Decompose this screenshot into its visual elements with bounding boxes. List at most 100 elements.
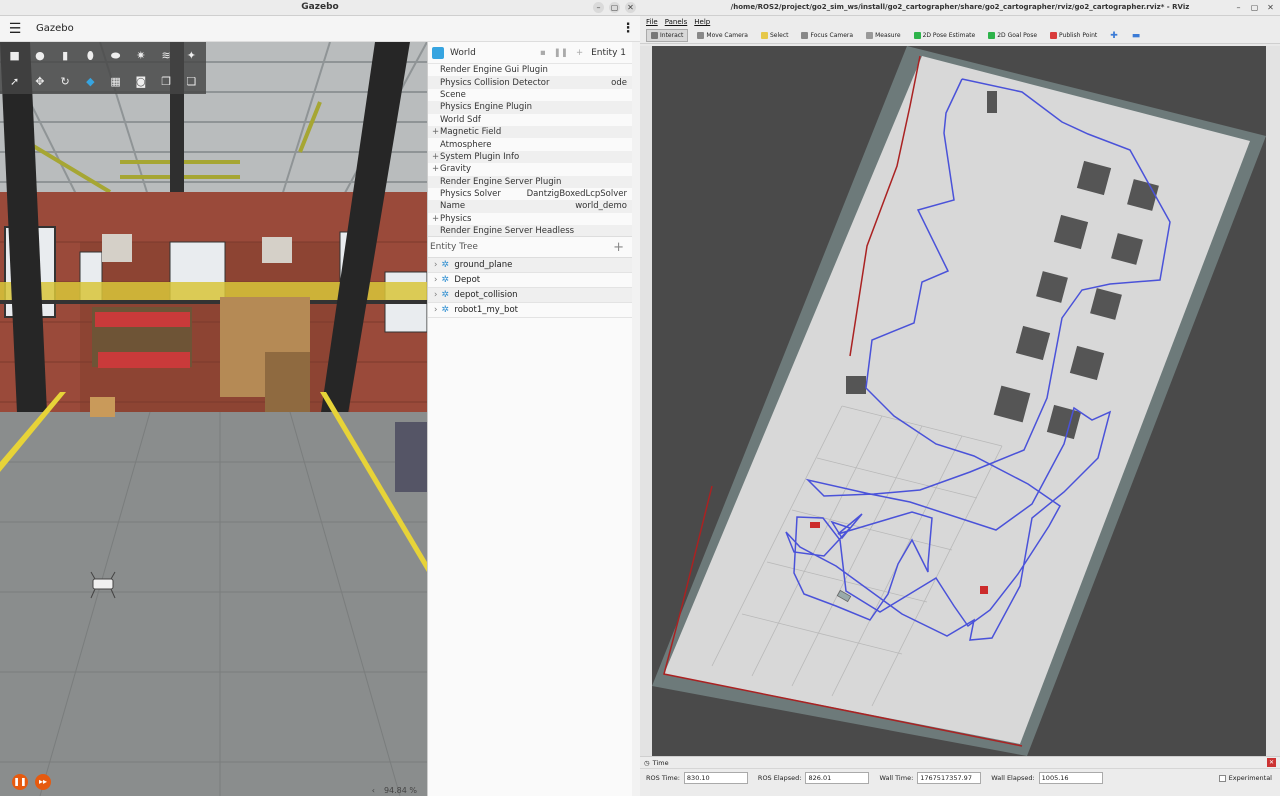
expand-icon[interactable]: +: [432, 214, 440, 224]
entity-name: robot1_my_bot: [454, 305, 518, 315]
snap-icon[interactable]: ◆: [84, 75, 97, 88]
time-panel-title: Time: [652, 758, 669, 767]
ros-time-field[interactable]: 830.10: [683, 772, 748, 784]
select-icon: [760, 32, 768, 39]
property-value: world_demo: [575, 201, 627, 212]
wall-time-field[interactable]: 1767517357.97: [917, 772, 982, 784]
property-row[interactable]: + Gravity: [428, 163, 632, 175]
rviz-maximize-icon[interactable]: ▢: [1249, 2, 1260, 13]
wall-elapsed-label: Wall Elapsed:: [991, 774, 1035, 782]
kebab-menu-icon[interactable]: ⋮: [616, 21, 640, 36]
step-forward-icon[interactable]: ▸▸: [35, 774, 51, 790]
gazebo-titlebar[interactable]: Gazebo – ▢ ✕: [0, 0, 640, 16]
time-panel-header: ◷ Time ✕: [640, 757, 1280, 769]
translate-icon[interactable]: ✥: [33, 75, 46, 88]
tool-2d-pose-estimate[interactable]: 2D Pose Estimate: [910, 29, 980, 42]
menu-panels[interactable]: Panels: [665, 16, 688, 28]
chevron-right-icon[interactable]: ›: [434, 260, 437, 270]
entity-tree-item[interactable]: › ✲ depot_collision: [428, 288, 632, 303]
close-icon[interactable]: ✕: [625, 2, 636, 13]
entity-tree-item[interactable]: › ✲ robot1_my_bot: [428, 303, 632, 318]
capsule-shape-icon[interactable]: ⬮: [84, 49, 97, 62]
rtf-chevron-icon[interactable]: ‹: [372, 786, 375, 795]
paste-icon[interactable]: ❏: [185, 75, 198, 88]
tool-label: 2D Pose Estimate: [922, 32, 976, 39]
left-dock-collapser[interactable]: [640, 46, 652, 756]
entity-id-label: Entity 1: [591, 47, 626, 58]
goal-pose-icon: [988, 32, 996, 39]
gazebo-3d-scene[interactable]: [0, 42, 427, 796]
spot-light-icon[interactable]: ✦: [185, 49, 198, 62]
box-shape-icon[interactable]: ■: [8, 49, 21, 62]
ellipsoid-shape-icon[interactable]: ⬬: [109, 49, 122, 62]
rviz-titlebar[interactable]: /home/ROS2/project/go2_sim_ws/install/go…: [640, 0, 1280, 16]
cylinder-shape-icon[interactable]: ▮: [59, 49, 72, 62]
gazebo-window-title: Gazebo: [301, 2, 339, 12]
copy-icon[interactable]: ❐: [160, 75, 173, 88]
menu-file[interactable]: File: [646, 16, 658, 28]
property-row: Render Engine Gui Plugin: [428, 64, 632, 76]
tool-label: Measure: [875, 32, 901, 39]
minimize-icon[interactable]: –: [593, 2, 604, 13]
property-name: Scene: [440, 89, 466, 100]
add-icon[interactable]: +: [576, 48, 583, 58]
lock-icon[interactable]: ▪: [540, 48, 546, 58]
chevron-right-icon[interactable]: ›: [434, 290, 437, 300]
tool-interact[interactable]: Interact: [646, 29, 689, 42]
property-name: System Plugin Info: [440, 151, 520, 162]
tool-label: Move Camera: [706, 32, 748, 39]
select-arrow-icon[interactable]: ➚: [8, 75, 21, 88]
expand-icon[interactable]: +: [432, 164, 440, 174]
world-cube-icon: [432, 46, 444, 59]
tool-publish-point[interactable]: Publish Point: [1046, 29, 1101, 42]
expand-icon[interactable]: +: [432, 152, 440, 162]
ros-elapsed-field[interactable]: 826.01: [805, 772, 870, 784]
menu-help[interactable]: Help: [694, 16, 710, 28]
pause-inspector-icon[interactable]: ❚❚: [554, 48, 568, 58]
model-icon: ✲: [441, 305, 449, 315]
entity-name: Depot: [454, 275, 481, 285]
pause-icon[interactable]: ❚❚: [12, 774, 28, 790]
rviz-minimize-icon[interactable]: –: [1233, 2, 1244, 13]
hamburger-menu-icon[interactable]: ☰: [0, 21, 30, 37]
chevron-right-icon[interactable]: ›: [434, 275, 437, 285]
tool-measure[interactable]: Measure: [862, 29, 905, 42]
add-tool-icon[interactable]: ✚: [1110, 31, 1118, 41]
property-name: Render Engine Server Headless: [440, 226, 575, 236]
tool-move-camera[interactable]: Move Camera: [693, 29, 752, 42]
wall-elapsed-field[interactable]: 1005.16: [1038, 772, 1103, 784]
property-row: Render Engine Server Headless: [428, 225, 632, 236]
add-entity-icon[interactable]: +: [613, 240, 632, 255]
hand-icon: [651, 32, 658, 39]
gazebo-shape-toolbar: ■ ● ▮ ⬮ ⬬ ✷ ≋ ✦ ➚ ✥ ↻ ◆ ▦ ◙ ❐ ❏: [0, 42, 206, 94]
property-row[interactable]: + Magnetic Field: [428, 125, 632, 139]
property-row: Render Engine Server Plugin: [428, 175, 632, 188]
entity-tree-item[interactable]: › ✲ Depot: [428, 273, 632, 288]
time-panel-close-icon[interactable]: ✕: [1267, 758, 1276, 767]
expand-icon[interactable]: +: [432, 127, 440, 137]
point-light-icon[interactable]: ✷: [134, 49, 147, 62]
experimental-checkbox[interactable]: [1218, 774, 1226, 782]
screenshot-icon[interactable]: ◙: [134, 75, 147, 88]
sphere-shape-icon[interactable]: ●: [33, 49, 46, 62]
property-row[interactable]: + Physics: [428, 213, 632, 225]
property-row[interactable]: + System Plugin Info: [428, 150, 632, 164]
grid-icon[interactable]: ▦: [109, 75, 122, 88]
gazebo-app-title: Gazebo: [36, 23, 74, 34]
tool-focus-camera[interactable]: Focus Camera: [797, 29, 857, 42]
rviz-3d-view[interactable]: [652, 46, 1266, 756]
remove-tool-icon[interactable]: ▬: [1132, 31, 1141, 41]
tool-select[interactable]: Select: [757, 29, 793, 42]
measure-icon: [866, 32, 874, 39]
directional-light-icon[interactable]: ≋: [160, 49, 173, 62]
tool-2d-goal-pose[interactable]: 2D Goal Pose: [984, 29, 1041, 42]
chevron-right-icon[interactable]: ›: [434, 305, 437, 315]
entity-name: ground_plane: [454, 260, 513, 270]
rviz-close-icon[interactable]: ✕: [1265, 2, 1276, 13]
rotate-icon[interactable]: ↻: [59, 75, 72, 88]
property-row: Name world_demo: [428, 200, 632, 213]
maximize-icon[interactable]: ▢: [609, 2, 620, 13]
entity-tree-item[interactable]: › ✲ ground_plane: [428, 258, 632, 273]
right-dock-collapser[interactable]: [1266, 46, 1280, 756]
property-name: Physics Engine Plugin: [440, 102, 532, 113]
